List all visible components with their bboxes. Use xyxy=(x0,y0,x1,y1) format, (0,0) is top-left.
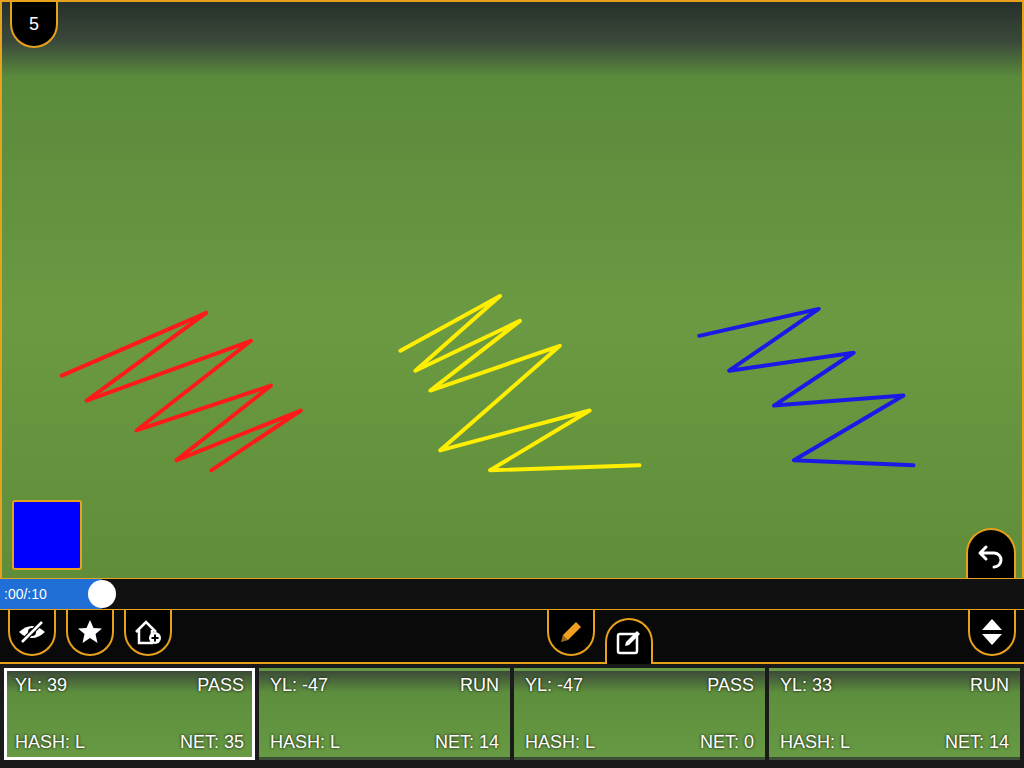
up-down-arrows-icon xyxy=(980,617,1004,647)
video-review-app: 5 :00/:10 YL: 39 PASS HASH: L NET: 35 YL: -47 R… xyxy=(0,0,1024,768)
undo-button[interactable] xyxy=(966,528,1016,580)
clip-top-row: YL: 33 RUN xyxy=(780,675,1009,696)
pencil-icon xyxy=(557,618,585,646)
annotation-stroke xyxy=(62,313,301,470)
net-yards: NET: 14 xyxy=(945,732,1009,753)
clip-bottom-row: HASH: L NET: 0 xyxy=(525,732,754,753)
toolbar xyxy=(0,610,1024,664)
clip-bottom-row: HASH: L NET: 35 xyxy=(15,732,244,753)
clip-top-row: YL: -47 PASS xyxy=(525,675,754,696)
undo-icon xyxy=(977,541,1005,569)
annotation-layer[interactable] xyxy=(2,2,1022,578)
video-frame[interactable]: 5 xyxy=(0,0,1024,578)
annotation-stroke xyxy=(400,296,639,470)
hash: HASH: L xyxy=(15,732,85,753)
pen-color-swatch[interactable] xyxy=(12,500,82,570)
net-yards: NET: 0 xyxy=(700,732,754,753)
note-button[interactable] xyxy=(605,618,653,664)
hash: HASH: L xyxy=(780,732,850,753)
eye-slash-icon xyxy=(17,620,47,644)
net-yards: NET: 14 xyxy=(435,732,499,753)
net-yards: NET: 35 xyxy=(180,732,244,753)
star-button[interactable] xyxy=(66,610,114,656)
yard-line: YL: 33 xyxy=(780,675,832,696)
up-down-button[interactable] xyxy=(968,610,1016,656)
yard-line: YL: 39 xyxy=(15,675,67,696)
yard-line: YL: -47 xyxy=(525,675,583,696)
time-reading: :00/:10 xyxy=(4,586,47,602)
star-icon xyxy=(77,619,103,645)
annotation-stroke xyxy=(699,309,913,465)
clip-thumbnail[interactable]: YL: 39 PASS HASH: L NET: 35 xyxy=(4,668,255,760)
yard-line: YL: -47 xyxy=(270,675,328,696)
left-tools xyxy=(8,610,172,662)
timeline-knob[interactable] xyxy=(88,580,116,608)
clip-bottom-row: HASH: L NET: 14 xyxy=(270,732,499,753)
hide-button[interactable] xyxy=(8,610,56,656)
pencil-button[interactable] xyxy=(547,610,595,656)
clip-thumbnail[interactable]: YL: 33 RUN HASH: L NET: 14 xyxy=(769,668,1020,760)
play-type: RUN xyxy=(970,675,1009,696)
clip-top-row: YL: 39 PASS xyxy=(15,675,244,696)
right-tools xyxy=(968,610,1016,662)
edit-note-icon xyxy=(615,628,643,656)
clip-number-badge: 5 xyxy=(10,2,58,48)
clip-strip: YL: 39 PASS HASH: L NET: 35 YL: -47 RUN HASH: … xyxy=(0,664,1024,768)
clip-bottom-row: HASH: L NET: 14 xyxy=(780,732,1009,753)
house-plus-button[interactable] xyxy=(124,610,172,656)
clip-top-row: YL: -47 RUN xyxy=(270,675,499,696)
hash: HASH: L xyxy=(270,732,340,753)
house-plus-icon xyxy=(134,619,162,645)
timeline-fill: :00/:10 xyxy=(0,579,102,609)
timeline[interactable]: :00/:10 xyxy=(0,578,1024,610)
play-type: RUN xyxy=(460,675,499,696)
clip-thumbnail[interactable]: YL: -47 PASS HASH: L NET: 0 xyxy=(514,668,765,760)
hash: HASH: L xyxy=(525,732,595,753)
play-type: PASS xyxy=(197,675,244,696)
clip-thumbnail[interactable]: YL: -47 RUN HASH: L NET: 14 xyxy=(259,668,510,760)
play-type: PASS xyxy=(707,675,754,696)
center-tools xyxy=(547,610,653,662)
